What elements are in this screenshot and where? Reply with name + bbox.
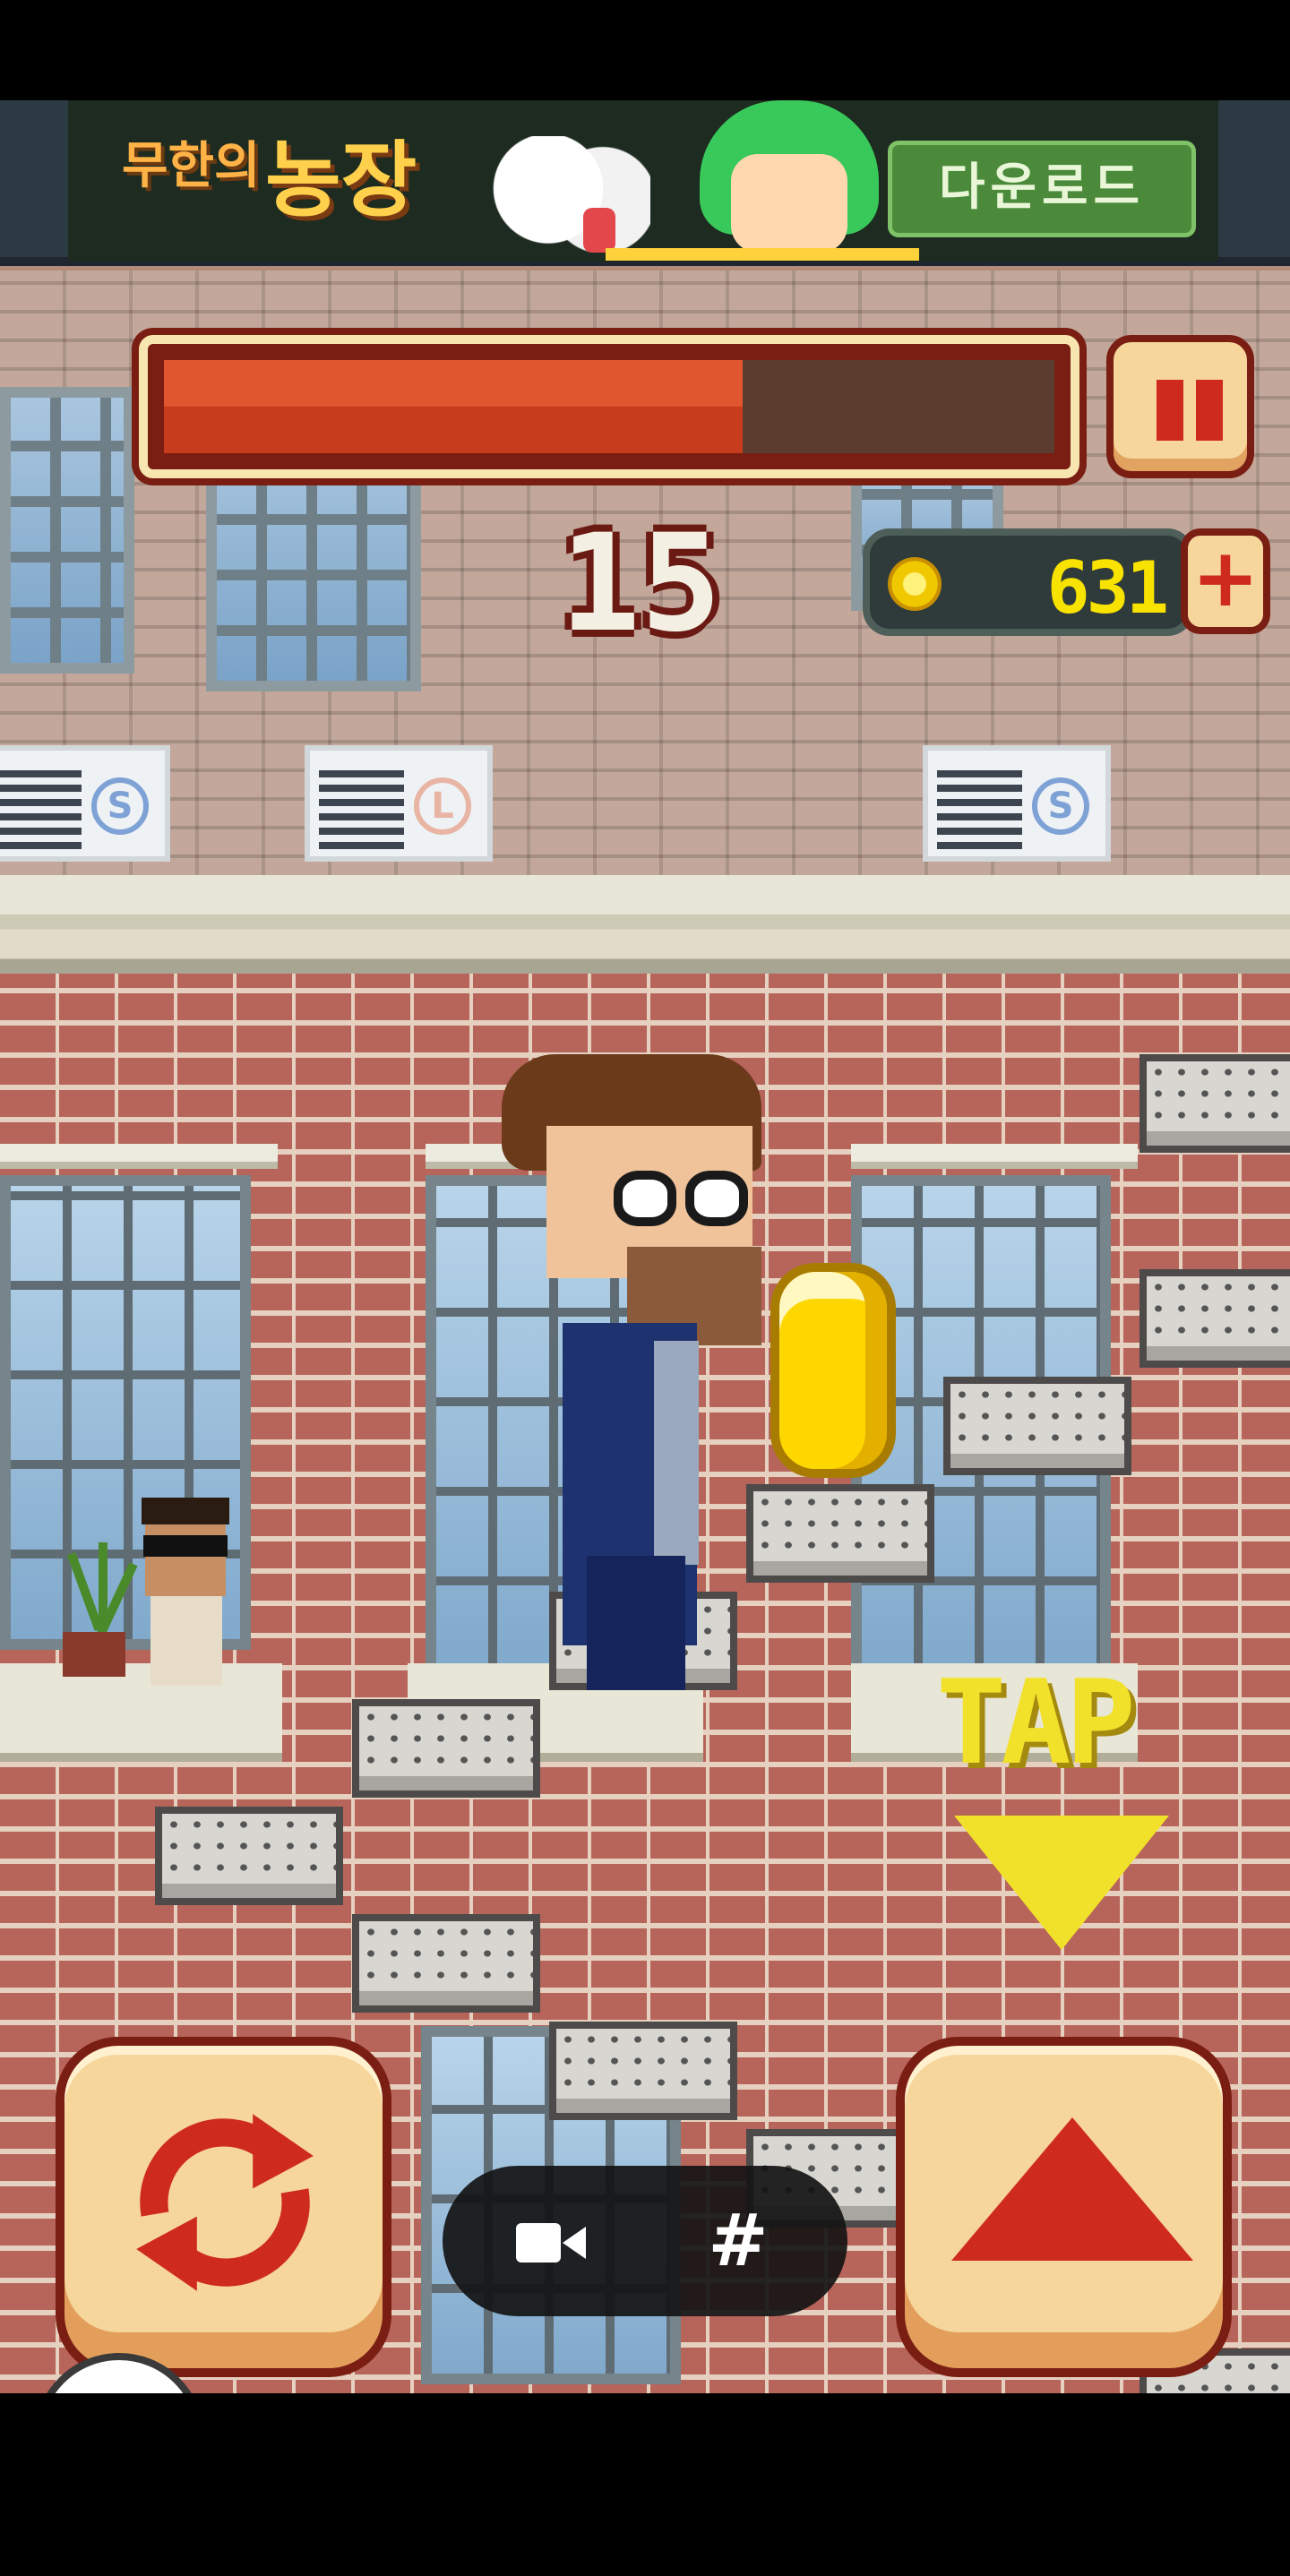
hashtag-button[interactable]: # — [693, 2200, 783, 2282]
tap-hint-arrow-icon — [954, 1816, 1169, 1950]
gold-coin-pickup — [770, 1263, 896, 1478]
stair-step — [943, 1377, 1131, 1475]
game-screen[interactable]: 무한의 농장 다운로드 S L S 15 631 + TAP # — [0, 100, 1290, 2393]
recorder-toolbar: # — [443, 2166, 847, 2316]
stair-step — [746, 1484, 934, 1583]
ad-character-face — [731, 154, 847, 253]
ad-dog-image — [480, 136, 650, 253]
stair-step — [1140, 1054, 1290, 1153]
ad-title-prefix: 무한의 — [122, 137, 261, 195]
turn-button[interactable] — [56, 2037, 391, 2377]
ac-badge: S — [1032, 777, 1089, 835]
coin-count: 631 — [1046, 546, 1169, 630]
coin-icon — [888, 557, 942, 611]
ac-badge: S — [91, 777, 149, 835]
ad-decoration — [606, 248, 919, 261]
rotate-arrows-icon — [136, 2114, 314, 2291]
ad-title: 농장 — [265, 133, 417, 228]
climb-button[interactable] — [896, 2037, 1232, 2377]
ac-unit: L — [305, 745, 493, 862]
ac-unit: S — [923, 745, 1111, 862]
ac-unit: S — [0, 745, 170, 862]
stair-step — [1140, 1269, 1290, 1368]
ad-banner[interactable]: 무한의 농장 다운로드 — [0, 100, 1290, 266]
tap-hint-text: TAP — [936, 1654, 1136, 1790]
stair-step — [352, 1699, 540, 1798]
window-bystander — [134, 1498, 242, 1695]
stair-step — [352, 1914, 540, 2013]
potted-plant — [54, 1542, 138, 1677]
video-camera-icon[interactable] — [516, 2220, 586, 2266]
background-window — [0, 387, 134, 674]
add-coins-button[interactable]: + — [1181, 528, 1270, 634]
window-sill — [851, 1144, 1138, 1169]
player-character — [502, 1054, 770, 1699]
building-ledge — [0, 875, 1290, 974]
time-bar — [139, 335, 1079, 478]
pause-button[interactable] — [1106, 335, 1254, 478]
up-triangle-icon — [951, 2117, 1193, 2261]
time-bar-fill — [164, 360, 744, 453]
ad-download-button[interactable]: 다운로드 — [888, 141, 1196, 237]
stair-step — [155, 1807, 343, 1905]
score-counter: 15 — [559, 506, 722, 662]
coin-counter: 631 — [863, 528, 1194, 636]
ad-content[interactable]: 무한의 농장 다운로드 — [68, 100, 1218, 262]
ac-badge: L — [414, 777, 471, 835]
stair-step — [549, 2022, 737, 2120]
window-sill — [0, 1144, 278, 1169]
